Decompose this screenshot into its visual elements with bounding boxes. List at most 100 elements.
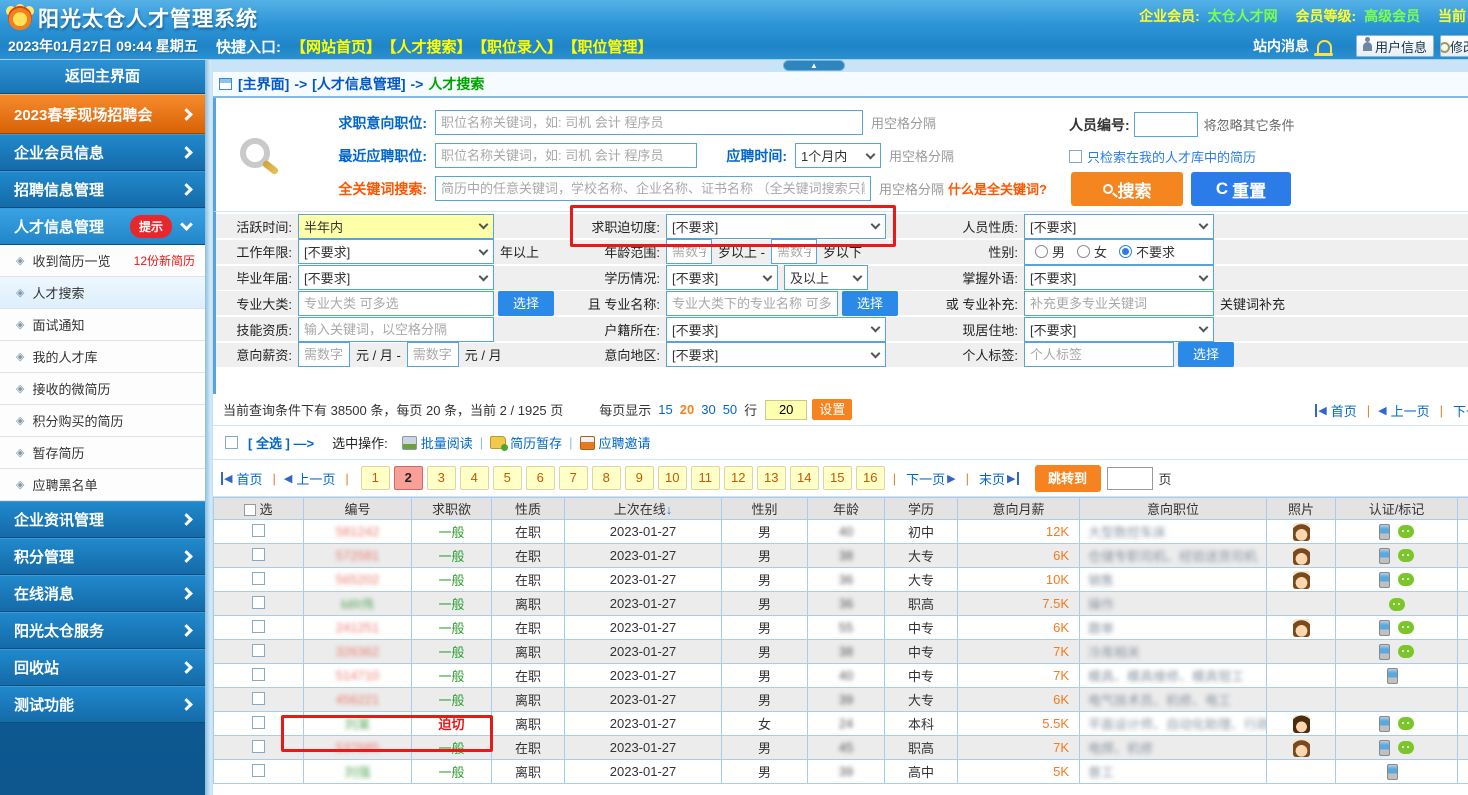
education-level-select[interactable]: 及以上 (784, 265, 868, 290)
sidebar-item-job-fair[interactable]: 2023春季现场招聘会 (0, 94, 205, 134)
breadcrumb-main[interactable]: [主界面] (238, 74, 289, 94)
page-number[interactable]: 4 (460, 466, 489, 490)
row-checkbox[interactable] (252, 692, 265, 705)
language-select[interactable]: [不要求] (1024, 265, 1214, 290)
person-type-select[interactable]: [不要求] (1024, 214, 1214, 239)
set-button[interactable]: 设置 (812, 399, 852, 420)
row-checkbox[interactable] (252, 572, 265, 585)
sidebar-subitem[interactable]: ◈ 面试通知 (0, 309, 205, 341)
select-all-checkbox[interactable] (225, 436, 238, 449)
first-page-link[interactable]: 首页 (1331, 401, 1357, 420)
row-checkbox[interactable] (252, 620, 265, 633)
column-header[interactable]: 求职欲↓ (412, 498, 492, 520)
person-id-input[interactable] (1134, 112, 1198, 137)
sidebar-group[interactable]: 测试功能 (0, 686, 205, 723)
candidate-id[interactable]: 刘强 (344, 765, 370, 780)
quick-link[interactable]: 【职位管理】 (570, 39, 653, 56)
candidate-id[interactable]: MR伟 (341, 597, 374, 612)
salary-min-input[interactable] (298, 342, 350, 367)
registry-select[interactable]: [不要求] (666, 317, 886, 342)
candidate-id[interactable]: 514710 (336, 668, 379, 683)
batch-read-link[interactable]: 批量阅读 (421, 433, 473, 452)
select-all-label[interactable]: [ 全选 ] —> (248, 433, 314, 452)
page-number[interactable]: 6 (526, 466, 555, 490)
skill-input[interactable] (298, 317, 494, 342)
grad-year-select[interactable]: [不要求] (298, 265, 494, 290)
jump-button[interactable]: 跳转到 (1035, 465, 1101, 492)
page-number[interactable]: 16 (856, 466, 885, 490)
candidate-id[interactable]: 241251 (336, 620, 379, 635)
column-header[interactable]: 年龄↓ (808, 498, 885, 520)
fullkw-input[interactable] (435, 176, 871, 201)
candidate-id[interactable]: 326362 (336, 644, 379, 659)
page-number[interactable]: 8 (592, 466, 621, 490)
major-category-input[interactable] (298, 291, 494, 316)
sidebar-group[interactable]: 积分管理 (0, 538, 205, 575)
column-header[interactable]: 照片↓ (1267, 498, 1336, 520)
sidebar-subitem[interactable]: ◈ 暂存简历 (0, 437, 205, 469)
sidebar-subitem[interactable]: ◈ 积分购买的简历 (0, 405, 205, 437)
candidate-id[interactable]: 537685 (336, 740, 379, 755)
sidebar-group[interactable]: 回收站 (0, 649, 205, 686)
search-button[interactable]: 搜索 (1071, 172, 1183, 206)
sidebar-group[interactable]: 招聘信息管理 (0, 171, 205, 208)
candidate-id[interactable]: 581242 (336, 524, 379, 539)
page-number[interactable]: 13 (757, 466, 786, 490)
next-page-link[interactable]: 下一页 (906, 469, 945, 488)
age-max-input[interactable] (771, 239, 817, 264)
library-only-checkbox[interactable] (1069, 150, 1082, 163)
major-name-input[interactable] (666, 291, 838, 316)
page-number[interactable]: 12 (724, 466, 753, 490)
breadcrumb-talent-management[interactable]: [人才信息管理] (312, 74, 405, 94)
first-page-link[interactable]: 首页 (236, 469, 262, 488)
row-checkbox[interactable] (252, 740, 265, 753)
modify-password-button[interactable]: 修改密码 (1440, 35, 1468, 57)
column-header[interactable]: 认证/标记↓ (1336, 498, 1458, 520)
gender-radio[interactable] (1035, 245, 1048, 258)
per-page-input[interactable] (765, 400, 807, 420)
candidate-id[interactable]: 刘某 (344, 717, 370, 732)
page-number[interactable]: 1 (361, 466, 390, 490)
sidebar-group[interactable]: 企业会员信息 (0, 134, 205, 171)
column-header[interactable]: 性质↓ (492, 498, 565, 520)
row-checkbox[interactable] (252, 668, 265, 681)
bell-icon[interactable] (1317, 40, 1332, 53)
per-page-option[interactable]: 30 (701, 402, 715, 417)
next-page-link[interactable]: 下一页 (1453, 401, 1468, 420)
select-all-header-checkbox[interactable] (244, 504, 256, 516)
quick-link[interactable]: 【人才搜索】 (389, 39, 472, 56)
per-page-option[interactable]: 50 (723, 402, 737, 417)
sidebar-subitem[interactable]: ◈ 我的人才库 (0, 341, 205, 373)
row-checkbox[interactable] (252, 524, 265, 537)
back-to-main-button[interactable]: 返回主界面 (0, 60, 205, 94)
per-page-option[interactable]: 20 (680, 402, 694, 417)
sidebar-subitem[interactable]: ◈ 收到简历一览 12份新简历 (0, 245, 205, 277)
quick-link[interactable]: 【网站首页】 (291, 39, 381, 56)
resume-save-link[interactable]: 简历暂存 (510, 433, 562, 452)
row-checkbox[interactable] (252, 548, 265, 561)
gender-radio[interactable] (1077, 245, 1090, 258)
column-header[interactable]: 意向职位↓ (1080, 498, 1267, 520)
sidebar-group[interactable]: 阳光太仓服务 (0, 612, 205, 649)
row-checkbox[interactable] (252, 596, 265, 609)
education-select[interactable]: [不要求] (666, 265, 778, 290)
candidate-id[interactable]: 572581 (336, 548, 379, 563)
urgency-select[interactable]: [不要求] (666, 214, 886, 239)
prev-page-link[interactable]: 上一页 (296, 469, 335, 488)
column-header[interactable]: 选↓ (214, 498, 304, 520)
residence-select[interactable]: [不要求] (1024, 317, 1214, 342)
library-only-label[interactable]: 只检索在我的人才库中的简历 (1087, 147, 1256, 166)
column-header[interactable]: 性别↓ (722, 498, 808, 520)
page-number[interactable]: 9 (625, 466, 654, 490)
sidebar-subitem[interactable]: ◈ 接收的微简历 (0, 373, 205, 405)
page-number[interactable]: 14 (790, 466, 819, 490)
active-time-select[interactable]: 半年内 (298, 214, 494, 239)
select-major-button[interactable]: 选择 (498, 291, 554, 316)
column-header[interactable]: 意向月薪↓ (958, 498, 1080, 520)
row-checkbox[interactable] (252, 644, 265, 657)
page-number[interactable]: 7 (559, 466, 588, 490)
prev-page-link[interactable]: 上一页 (1391, 401, 1430, 420)
major-extra-input[interactable] (1024, 291, 1214, 316)
column-header[interactable]: 编号↓ (304, 498, 412, 520)
work-years-select[interactable]: [不要求] (298, 239, 494, 264)
